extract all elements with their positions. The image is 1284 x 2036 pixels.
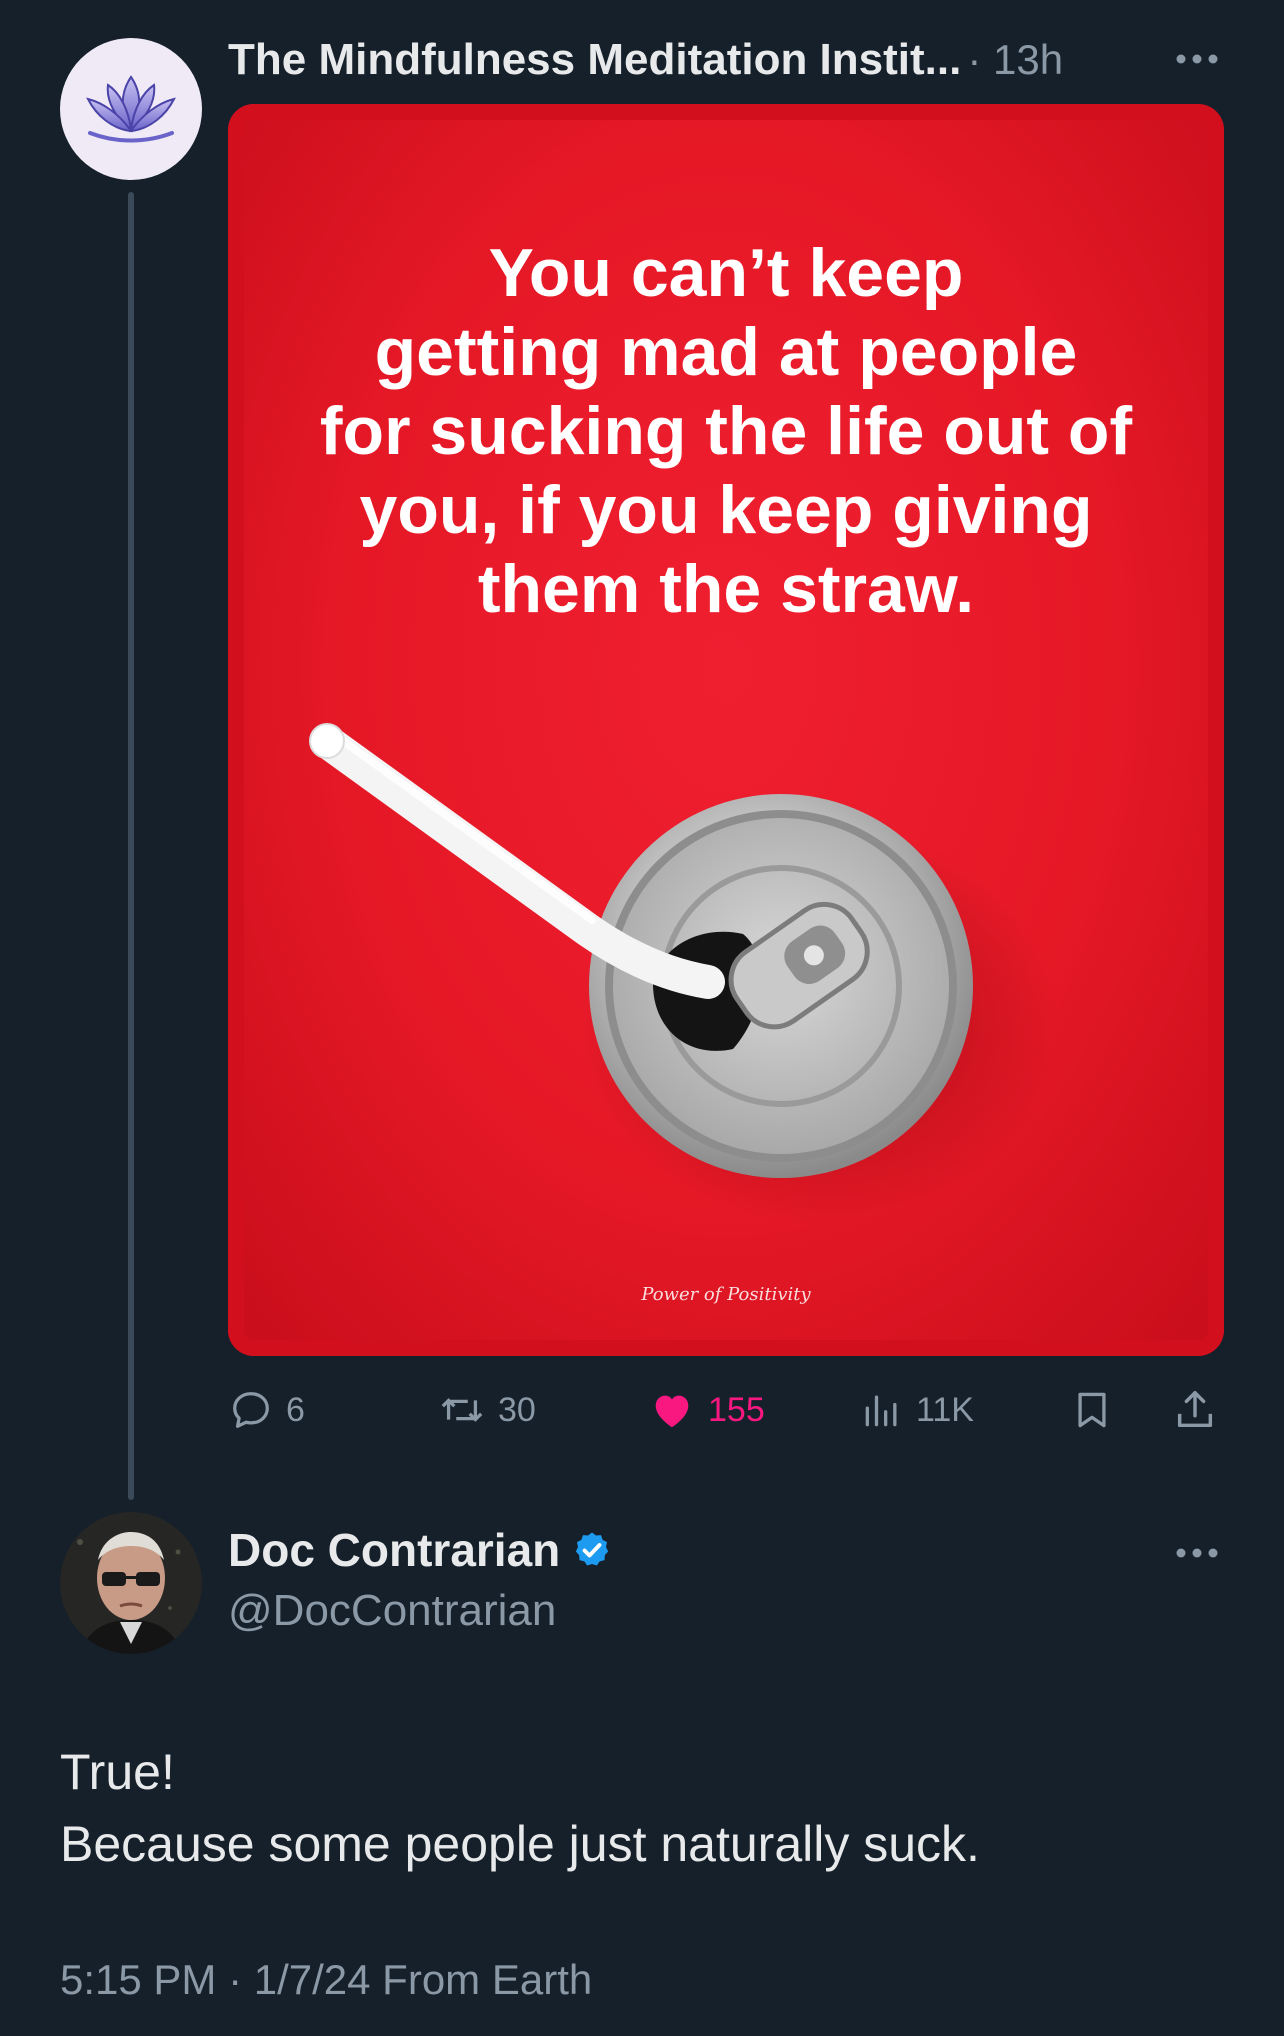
- post-action-bar: 6 30 155 11K: [228, 1382, 1224, 1438]
- views-count: 11K: [916, 1390, 974, 1429]
- verified-badge-icon: [576, 1532, 609, 1566]
- more-icon: [1176, 1548, 1218, 1558]
- reply-author-name[interactable]: Doc Contrarian: [228, 1523, 560, 1577]
- reply-author-avatar[interactable]: [60, 1512, 202, 1654]
- like-count: 155: [708, 1390, 765, 1429]
- like-button[interactable]: 155: [648, 1382, 765, 1438]
- views-button[interactable]: 11K: [860, 1382, 974, 1438]
- reply-author-handle[interactable]: @DocContrarian: [228, 1586, 612, 1636]
- share-icon: [1177, 1391, 1213, 1428]
- bookmark-button[interactable]: [1070, 1382, 1114, 1438]
- post-header: The Mindfulness Meditation Instit... · 1…: [228, 30, 1063, 90]
- bookmark-icon: [1078, 1392, 1106, 1428]
- repost-button[interactable]: 30: [438, 1382, 536, 1438]
- author-avatar[interactable]: [60, 38, 202, 180]
- repost-count: 30: [498, 1390, 536, 1429]
- author-name[interactable]: The Mindfulness Meditation Instit...: [228, 35, 961, 85]
- reply-text-line: True!: [60, 1744, 175, 1800]
- image-quote: You can’t keep getting mad at people for…: [288, 234, 1164, 629]
- more-icon: [1176, 54, 1218, 64]
- post-timestamp[interactable]: · 13h: [967, 36, 1063, 84]
- share-button[interactable]: [1172, 1382, 1218, 1438]
- reply-header: Doc Contrarian @DocContrarian: [228, 1520, 612, 1636]
- heart-filled-icon: [655, 1395, 689, 1428]
- quote-line: for sucking the life out of: [319, 393, 1133, 469]
- quote-line: getting mad at people: [374, 314, 1078, 390]
- post-image[interactable]: You can’t keep getting mad at people for…: [228, 104, 1224, 1356]
- more-options-button[interactable]: [1172, 34, 1222, 84]
- reply-more-options-button[interactable]: [1172, 1528, 1222, 1578]
- reply-name-row: Doc Contrarian: [228, 1520, 612, 1580]
- quote-line: them the straw.: [477, 551, 975, 627]
- views-icon: [865, 1395, 897, 1427]
- portrait-photo: [60, 1512, 202, 1654]
- reply-text: True! Because some people just naturally…: [60, 1736, 980, 1880]
- reply-text-line: Because some people just naturally suck.: [60, 1816, 980, 1872]
- repost-icon: [441, 1398, 483, 1422]
- image-watermark: Power of Positivity: [641, 1284, 811, 1305]
- reply-button[interactable]: 6: [228, 1382, 305, 1438]
- quote-line: You can’t keep: [488, 235, 964, 311]
- reply-timestamp-meta[interactable]: 5:15 PM · 1/7/24 From Earth: [60, 1956, 592, 2004]
- reply-count: 6: [286, 1390, 305, 1429]
- thread-connector-line: [128, 192, 134, 1500]
- lotus-icon: [86, 75, 176, 143]
- quote-line: you, if you keep giving: [359, 472, 1093, 548]
- reply-icon: [233, 1392, 269, 1428]
